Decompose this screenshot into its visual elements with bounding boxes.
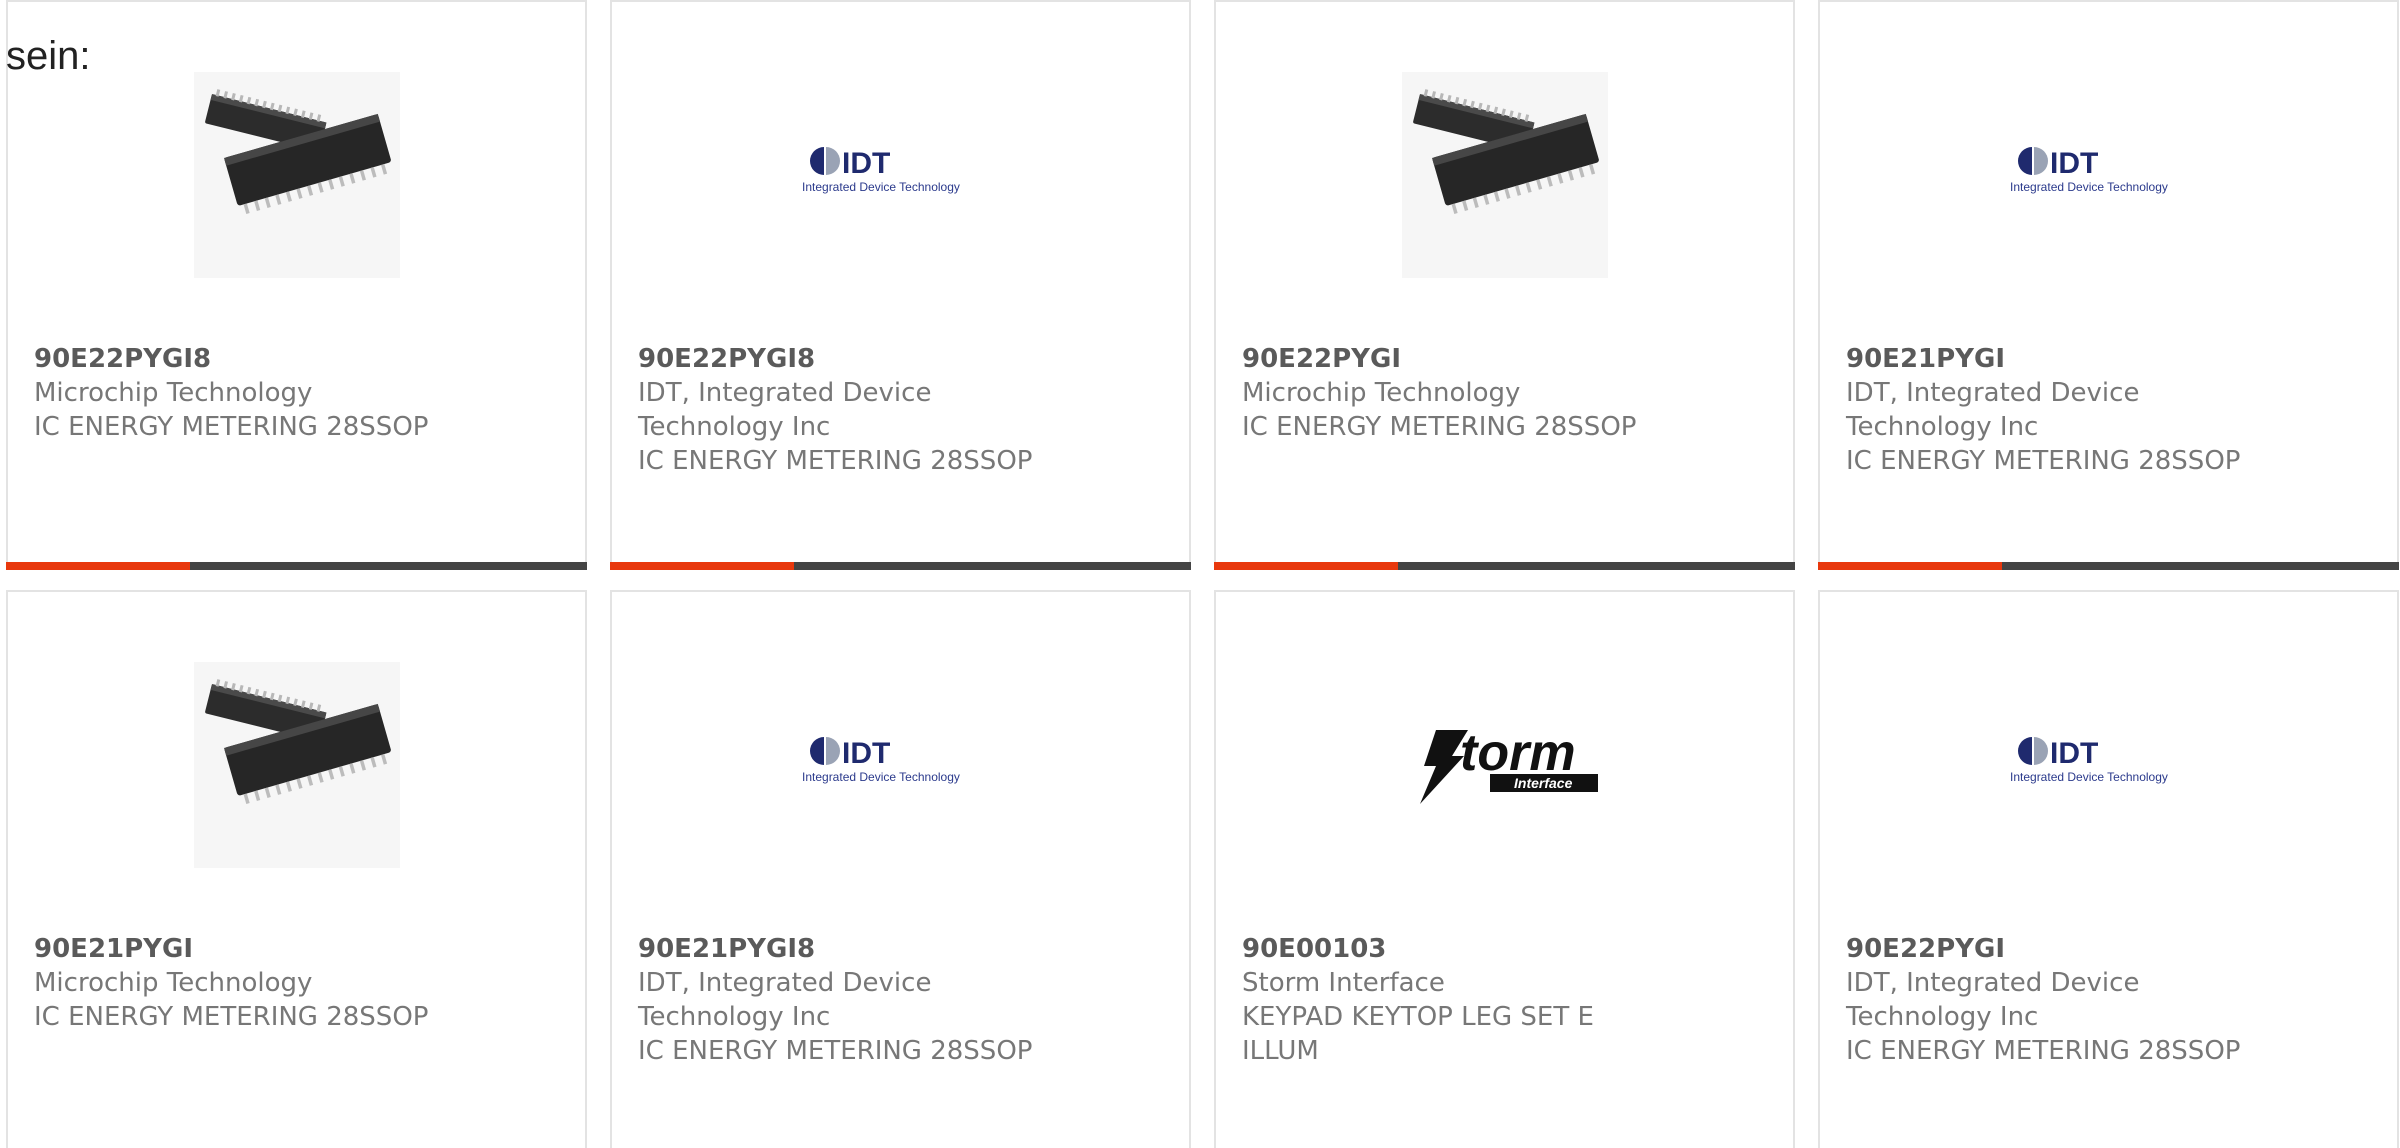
ssop-chip-image <box>193 72 400 278</box>
idt-logo: IDT Integrated Device Technology <box>797 135 1004 215</box>
storm-wordmark: torm <box>1460 724 1576 782</box>
product-results-page: sein: 90E22PYGI8 Microchip Technology IC… <box>0 0 2400 1148</box>
manufacturer: IDT, Integrated Device Technology Inc <box>1846 968 2140 1032</box>
manufacturer: IDT, Integrated Device Technology Inc <box>1846 378 2140 442</box>
description: IC ENERGY METERING 28SSOP <box>638 1036 1033 1066</box>
card-footer-bar <box>610 562 1191 570</box>
accent-stripe <box>1818 562 2002 570</box>
manufacturer: Microchip Technology <box>34 968 313 998</box>
product-image: IDT Integrated Device Technology <box>1820 72 2397 278</box>
intro-text: sein: <box>6 34 91 78</box>
product-image: IDT Integrated Device Technology <box>1820 662 2397 868</box>
part-number[interactable]: 90E22PYGI <box>1846 932 2377 966</box>
idt-logo: IDT Integrated Device Technology <box>797 725 1004 805</box>
idt-tagline: Integrated Device Technology <box>2010 770 2168 784</box>
part-number[interactable]: 90E22PYGI8 <box>34 342 565 376</box>
card-footer-bar <box>1214 562 1795 570</box>
idt-logo: IDT Integrated Device Technology <box>2005 725 2212 805</box>
product-card[interactable]: torm Interface 90E00103 Storm Interface … <box>1214 590 1795 1148</box>
card-footer-bar <box>6 562 587 570</box>
product-card[interactable]: IDT Integrated Device Technology 90E21PY… <box>610 590 1191 1148</box>
product-card[interactable]: IDT Integrated Device Technology 90E22PY… <box>1818 590 2399 1148</box>
card-footer-bar <box>1818 562 2399 570</box>
accent-stripe <box>610 562 794 570</box>
idt-logo: IDT Integrated Device Technology <box>2005 135 2212 215</box>
idt-tagline: Integrated Device Technology <box>2010 180 2168 194</box>
part-number[interactable]: 90E21PYGI8 <box>638 932 1169 966</box>
idt-wordmark: IDT <box>2050 147 2098 180</box>
idt-tagline: Integrated Device Technology <box>802 770 960 784</box>
manufacturer: Storm Interface <box>1242 968 1445 998</box>
product-image <box>1216 72 1793 278</box>
product-card[interactable]: IDT Integrated Device Technology 90E21PY… <box>1818 0 2399 570</box>
manufacturer: Microchip Technology <box>1242 378 1521 408</box>
description: IC ENERGY METERING 28SSOP <box>1242 412 1637 442</box>
product-image: IDT Integrated Device Technology <box>612 662 1189 868</box>
part-number[interactable]: 90E00103 <box>1242 932 1773 966</box>
idt-wordmark: IDT <box>842 147 890 180</box>
product-image: IDT Integrated Device Technology <box>612 72 1189 278</box>
ssop-chip-image <box>1401 72 1608 278</box>
description: IC ENERGY METERING 28SSOP <box>638 446 1033 476</box>
part-number[interactable]: 90E22PYGI8 <box>638 342 1169 376</box>
product-image <box>8 662 585 868</box>
description: IC ENERGY METERING 28SSOP <box>34 412 429 442</box>
part-number[interactable]: 90E21PYGI <box>1846 342 2377 376</box>
description: IC ENERGY METERING 28SSOP <box>34 1002 429 1032</box>
product-card[interactable]: 90E22PYGI8 Microchip Technology IC ENERG… <box>6 0 587 570</box>
accent-stripe <box>6 562 190 570</box>
description: KEYPAD KEYTOP LEG SET E ILLUM <box>1242 1002 1594 1066</box>
product-card[interactable]: 90E21PYGI Microchip Technology IC ENERGY… <box>6 590 587 1148</box>
description: IC ENERGY METERING 28SSOP <box>1846 1036 2241 1066</box>
idt-wordmark: IDT <box>842 737 890 770</box>
accent-stripe <box>1214 562 1398 570</box>
idt-wordmark: IDT <box>2050 737 2098 770</box>
manufacturer: IDT, Integrated Device Technology Inc <box>638 968 932 1032</box>
storm-tagline: Interface <box>1514 775 1573 791</box>
ssop-chip-image <box>193 662 400 868</box>
product-card[interactable]: IDT Integrated Device Technology 90E22PY… <box>610 0 1191 570</box>
part-number[interactable]: 90E22PYGI <box>1242 342 1773 376</box>
idt-tagline: Integrated Device Technology <box>802 180 960 194</box>
product-image <box>8 72 585 278</box>
manufacturer: Microchip Technology <box>34 378 313 408</box>
product-card[interactable]: 90E22PYGI Microchip Technology IC ENERGY… <box>1214 0 1795 570</box>
product-grid: 90E22PYGI8 Microchip Technology IC ENERG… <box>0 0 2400 1148</box>
manufacturer: IDT, Integrated Device Technology Inc <box>638 378 932 442</box>
description: IC ENERGY METERING 28SSOP <box>1846 446 2241 476</box>
part-number[interactable]: 90E21PYGI <box>34 932 565 966</box>
product-image: torm Interface <box>1216 662 1793 868</box>
storm-interface-logo: torm Interface <box>1401 720 1608 810</box>
